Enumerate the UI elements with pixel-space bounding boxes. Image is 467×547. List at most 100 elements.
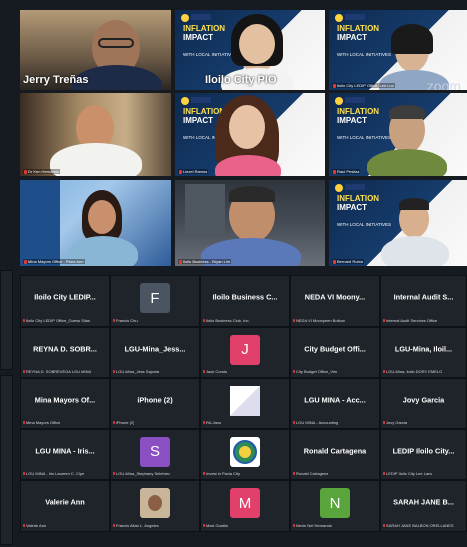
participant-label: Ronald Cartagena: [293, 471, 328, 476]
participant-display-name: LGU-Mina_Jess...: [124, 344, 186, 354]
video-tile-bernard-rubia[interactable]: INFLATION IMPACT WITH LOCAL INITIATIVES B…: [329, 180, 467, 266]
participant-tile[interactable]: RA Jano: [200, 378, 290, 429]
mic-muted-icon: [293, 319, 295, 323]
participant-display-name: NEDA VI Moony...: [304, 292, 366, 302]
participant-tile[interactable]: J Jack Condu: [200, 327, 290, 378]
avatar-picture: [230, 385, 260, 416]
mic-muted-icon: [23, 472, 25, 476]
participant-display-name: LEDIP Iloilo City...: [392, 446, 455, 456]
participant-label: Nevin Nel Hernando: [293, 523, 332, 528]
participant-display-name: Iloilo City LEDIP...: [34, 292, 96, 302]
zoom-watermark: zoom: [426, 78, 461, 90]
participant-tile[interactable]: Jovy Garcia Jovy Garcia: [380, 378, 467, 429]
participant-display-name: REYNA D. SOBR...: [33, 344, 97, 354]
mic-muted-icon: [383, 421, 385, 425]
mic-muted-icon: [113, 524, 115, 528]
participant-tile[interactable]: City Budget Offi... City Budget Office_Vi…: [290, 327, 380, 378]
video-tile-dr-ken-hernando[interactable]: Dr Ken Hernando: [20, 93, 171, 176]
participant-label: Iloilo Business Club, Inc.: [203, 318, 250, 323]
participant-tile[interactable]: Iloilo Business C... Iloilo Business Club…: [200, 275, 290, 327]
participant-tile[interactable]: N Nevin Nel Hernando: [290, 480, 380, 532]
avatar-initial: F: [140, 283, 170, 313]
offscreen-tile-strip: [0, 270, 13, 370]
participant-tile[interactable]: LGU MINA - Iris... LGU MINA - Iris Lauree…: [20, 429, 110, 480]
participant-label: LGU-Mina, Iloilo DORY EMELO: [383, 369, 442, 374]
mic-muted-icon: [293, 421, 295, 425]
participant-display-name: Valerie Ann: [45, 497, 85, 507]
mic-muted-icon: [203, 472, 205, 476]
mic-muted-icon: [23, 370, 25, 374]
participant-label: Jack Condu: [203, 369, 227, 374]
participant-tile[interactable]: REYNA D. SOBR... REYNA D. SOBREVEGA LGU M…: [20, 327, 110, 378]
participant-label: Francis Allan L. Angeles: [113, 523, 159, 528]
participant-label: Iloilo City LEDIP Office_Guess Silas: [23, 318, 90, 323]
participant-label: REYNA D. SOBREVEGA LGU MINA: [23, 369, 91, 374]
participant-display-name: LGU MINA - Iris...: [35, 446, 95, 456]
participant-tile[interactable]: LEDIP Iloilo City... LEDIP Iloilo City Le…: [380, 429, 467, 480]
mic-muted-icon: [293, 472, 295, 476]
mic-muted-icon: [333, 169, 336, 174]
mic-muted-icon: [23, 524, 25, 528]
mic-muted-icon: [333, 83, 336, 88]
participant-tile[interactable]: LGU-Mina, Iloil... LGU-Mina, Iloilo DORY …: [380, 327, 467, 378]
participant-tile[interactable]: Invest in Pavia City: [200, 429, 290, 480]
participant-tile[interactable]: Mina Mayors Of... Mina Mayors Office: [20, 378, 110, 429]
participant-label: iPhone (2): [113, 420, 134, 425]
mic-muted-icon: [23, 319, 25, 323]
participant-label: Iloilo Business - Bryan Lim: [178, 259, 232, 264]
mic-muted-icon: [113, 472, 115, 476]
mic-muted-icon: [113, 370, 115, 374]
participant-label: SARAH JANE BALBON ORELLANES: [383, 523, 454, 528]
video-tile-iloilo-business[interactable]: Iloilo Business - Bryan Lim: [175, 180, 325, 266]
participant-display-name: LGU-Mina, Iloil...: [394, 344, 453, 354]
mic-muted-icon: [24, 259, 27, 264]
avatar-initial: J: [230, 334, 260, 365]
participant-tile[interactable]: S LGU-Mina_Stephany Selebreo: [110, 429, 200, 480]
participant-label: LEDIP Iloilo City Lee Lara: [383, 471, 432, 476]
participant-tile[interactable]: Valerie Ann Valerie Ann: [20, 480, 110, 532]
participant-label: Jovy Garcia: [383, 420, 407, 425]
participant-tile[interactable]: iPhone (2) iPhone (2): [110, 378, 200, 429]
video-tile-liezel-ramos[interactable]: INFLATION IMPACT WITH LOCAL INITIATIVES L…: [175, 93, 325, 176]
participant-tile[interactable]: LGU MINA - Acc... LGU MINA - Accounting: [290, 378, 380, 429]
participant-tile[interactable]: NEDA VI Moony... NEDA VI Moonyeen Bolivar: [290, 275, 380, 327]
avatar-initial: S: [140, 436, 170, 467]
video-tile-raul-pesitaz[interactable]: INFLATION IMPACT WITH LOCAL INITIATIVES R…: [329, 93, 467, 176]
participant-label: Francis Chu: [113, 318, 138, 323]
mic-muted-icon: [383, 319, 385, 323]
participant-display-name: Internal Audit S...: [393, 292, 454, 302]
mic-muted-icon: [383, 524, 385, 528]
participant-label: NEDA VI Moonyeen Bolivar: [293, 318, 345, 323]
participant-tile[interactable]: Ronald Cartagena Ronald Cartagena: [290, 429, 380, 480]
mic-muted-icon: [179, 259, 182, 264]
participant-tile[interactable]: Internal Audit S... Internal Audit Servic…: [380, 275, 467, 327]
avatar-photo: [140, 488, 170, 518]
participant-label: City Budget Office_Vim: [293, 369, 337, 374]
participant-tile[interactable]: Iloilo City LEDIP... Iloilo City LEDIP Of…: [20, 275, 110, 327]
video-tile-mina-mayors-office[interactable]: Mina Mayors Office - Rhea Ann: [20, 180, 171, 266]
mic-muted-icon: [203, 319, 205, 323]
mic-muted-icon: [333, 259, 336, 264]
mic-muted-icon: [24, 169, 27, 174]
participant-tile[interactable]: LGU-Mina_Jess... LGU-Mina_Jess Sajonia: [110, 327, 200, 378]
participant-tile[interactable]: M Maxi Gustilo: [200, 480, 290, 532]
participant-label: Invest in Pavia City: [203, 471, 240, 476]
video-tile-ledip-office[interactable]: INFLATION IMPACT WITH LOCAL INITIATIVES z…: [329, 10, 467, 90]
avatar-initial: M: [230, 488, 260, 518]
participant-label: LGU-Mina_Jess Sajonia: [113, 369, 159, 374]
participant-name: Jerry Treñas: [23, 74, 89, 86]
participant-label: LGU-Mina_Stephany Selebreo: [113, 471, 170, 476]
participant-label: Mina Mayors Office: [23, 420, 60, 425]
participant-label: Iloilo City LEDIP Office, Lee Lux: [332, 83, 395, 88]
participant-label: RA Jano: [203, 420, 221, 425]
participant-tile[interactable]: F Francis Chu: [110, 275, 200, 327]
video-tile-iloilo-city-pio[interactable]: INFLATION IMPACT WITH LOCAL INITIATIVES I…: [175, 10, 325, 90]
mic-muted-icon: [113, 421, 115, 425]
participant-label: Valerie Ann: [23, 523, 46, 528]
participant-display-name: City Budget Offi...: [304, 344, 366, 354]
video-tile-jerry-trenas[interactable]: Jerry Treñas: [20, 10, 171, 90]
mic-muted-icon: [293, 370, 295, 374]
participant-tile[interactable]: Francis Allan L. Angeles: [110, 480, 200, 532]
participant-label: Internal Audit Services Office: [383, 318, 437, 323]
participant-tile[interactable]: SARAH JANE B... SARAH JANE BALBON ORELLAN…: [380, 480, 467, 532]
